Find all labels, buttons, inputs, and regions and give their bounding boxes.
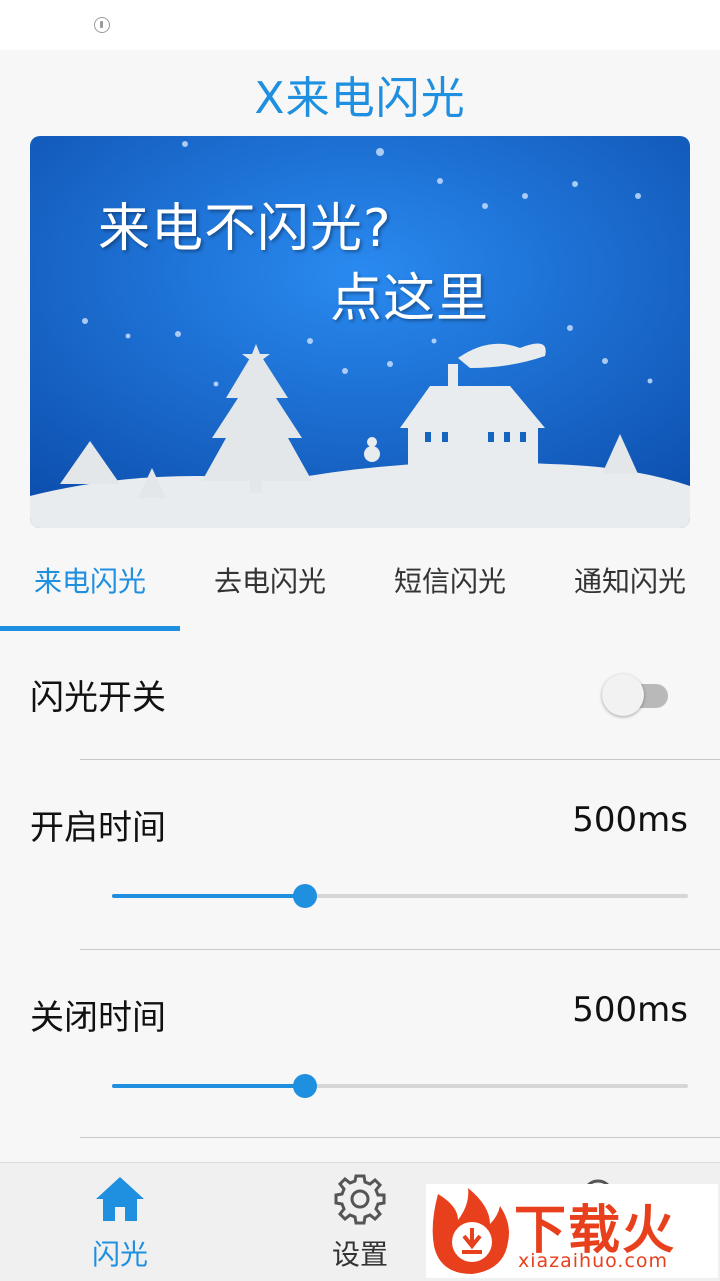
- on-time-value: 500ms: [572, 800, 688, 840]
- divider: [80, 759, 720, 760]
- active-tab-indicator: [0, 626, 180, 631]
- banner-subheadline: 点这里: [330, 269, 490, 329]
- flash-type-tabs: 来电闪光 去电闪光 短信闪光 通知闪光: [0, 548, 720, 632]
- tab-notification-flash[interactable]: 通知闪光: [540, 548, 720, 632]
- slider-fill: [112, 894, 305, 898]
- watermark-logo: 下载火 xiazaihuo.com: [426, 1184, 718, 1278]
- divider: [80, 949, 720, 950]
- tab-incoming-call-flash[interactable]: 来电闪光: [0, 548, 180, 632]
- off-time-label: 关闭时间: [30, 998, 166, 1038]
- app-title: X来电闪光: [254, 73, 466, 124]
- off-time-value: 500ms: [572, 990, 688, 1030]
- nav-flash-label: 闪光: [91, 1238, 148, 1271]
- toggle-thumb: [602, 674, 644, 716]
- promo-banner[interactable]: 来电不闪光? 点这里: [30, 136, 690, 528]
- slider-thumb[interactable]: [292, 884, 317, 908]
- on-time-slider[interactable]: [112, 881, 688, 911]
- notification-icon: [94, 17, 110, 33]
- tab-sms-flash[interactable]: 短信闪光: [360, 548, 540, 632]
- flash-switch-toggle[interactable]: [602, 674, 668, 718]
- divider: [80, 1137, 720, 1138]
- watermark-site: xiazaihuo.com: [518, 1250, 669, 1272]
- nav-flash[interactable]: 闪光: [0, 1163, 240, 1281]
- slider-thumb[interactable]: [292, 1074, 317, 1098]
- off-time-slider[interactable]: [112, 1071, 688, 1101]
- gear-icon: [334, 1174, 386, 1225]
- banner-headline: 来电不闪光?: [98, 199, 392, 259]
- flash-switch-label: 闪光开关: [30, 678, 166, 718]
- slider-fill: [112, 1084, 305, 1088]
- home-icon: [96, 1177, 144, 1221]
- flame-logo-icon: [432, 1188, 509, 1274]
- on-time-label: 开启时间: [30, 808, 166, 848]
- status-bar: [0, 0, 720, 50]
- tab-outgoing-call-flash[interactable]: 去电闪光: [180, 548, 360, 632]
